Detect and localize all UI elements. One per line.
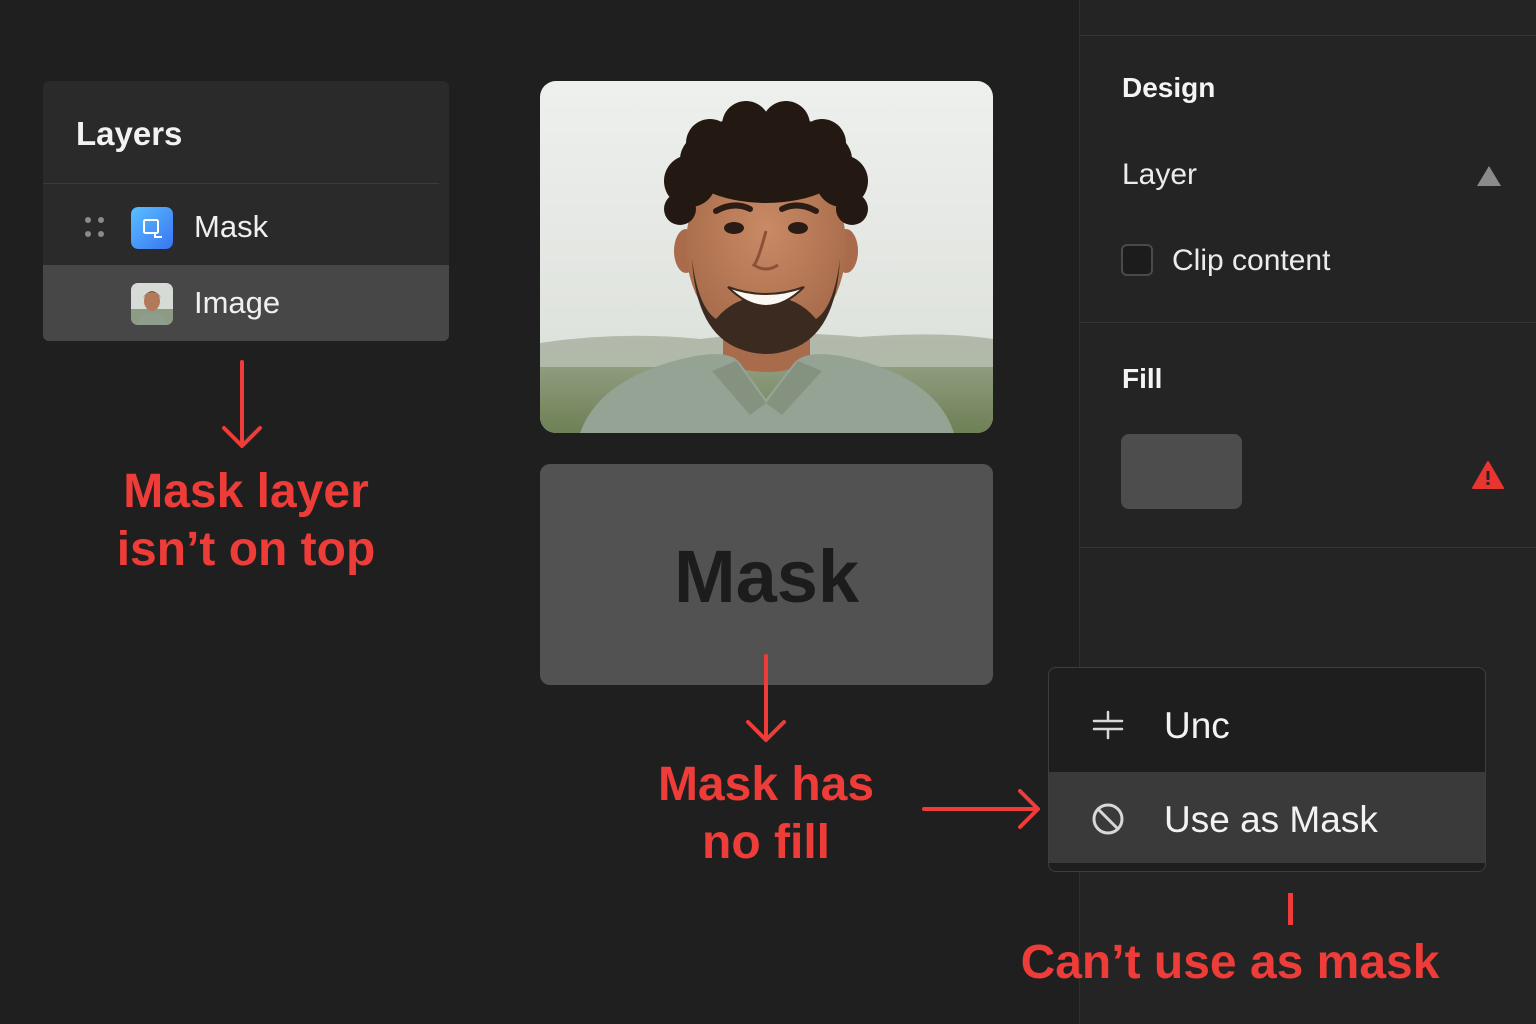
context-menu: Unc Use as Mask [1048,667,1486,872]
layers-panel: Layers Mask Image [43,81,449,341]
prohibited-icon [1092,803,1124,835]
clip-content-checkbox[interactable] [1121,244,1153,276]
down-arrow-icon [222,360,262,448]
drag-handle-icon[interactable] [85,217,105,239]
annotation-cant-mask: Can’t use as mask [1020,934,1440,992]
mask-shape-label: Mask [673,535,860,618]
layers-panel-title: Layers [76,115,183,152]
annotation-layer-order: Mask layer isn’t on top [66,463,426,579]
fill-section-title: Fill [1122,363,1163,394]
layers-divider [43,183,439,184]
mask-layer-icon [131,207,173,249]
layer-row-image[interactable]: Image [43,265,449,341]
layer-label-image: Image [194,285,281,320]
menu-item-label: Unc [1164,705,1230,746]
image-thumbnail [131,283,173,325]
annotation-no-fill: Mask has no fill [606,756,926,872]
menu-item-label: Use as Mask [1164,799,1378,840]
annotation-line: Can’t use as mask [1020,936,1440,989]
triangle-up-icon[interactable] [1475,164,1503,188]
annotation-line: isn’t on top [116,523,376,576]
annotation-line: no fill [702,816,830,869]
canvas-photo[interactable] [540,81,993,433]
ungroup-icon [1092,710,1124,740]
right-arrow-icon [922,789,1040,829]
design-panel-title: Design [1122,72,1216,103]
layer-label-mask: Mask [194,209,269,244]
annotation-line: Mask layer [123,465,369,518]
down-arrow-icon [746,654,786,742]
panel-divider [1080,322,1536,323]
warning-icon[interactable] [1472,460,1504,490]
panel-divider [1080,547,1536,548]
annotation-tick [1288,893,1293,925]
fill-color-swatch[interactable] [1121,434,1242,509]
canvas-mask-shape[interactable]: Mask [540,464,993,685]
menu-item-use-as-mask[interactable]: Use as Mask [1049,772,1485,863]
clip-content-label: Clip content [1172,244,1331,277]
panel-divider [1080,35,1536,36]
layer-row-mask[interactable]: Mask [43,189,449,265]
annotation-line: Mask has [657,758,875,811]
layer-section-label: Layer [1122,158,1198,191]
menu-item-ungroup[interactable]: Unc [1049,678,1485,769]
